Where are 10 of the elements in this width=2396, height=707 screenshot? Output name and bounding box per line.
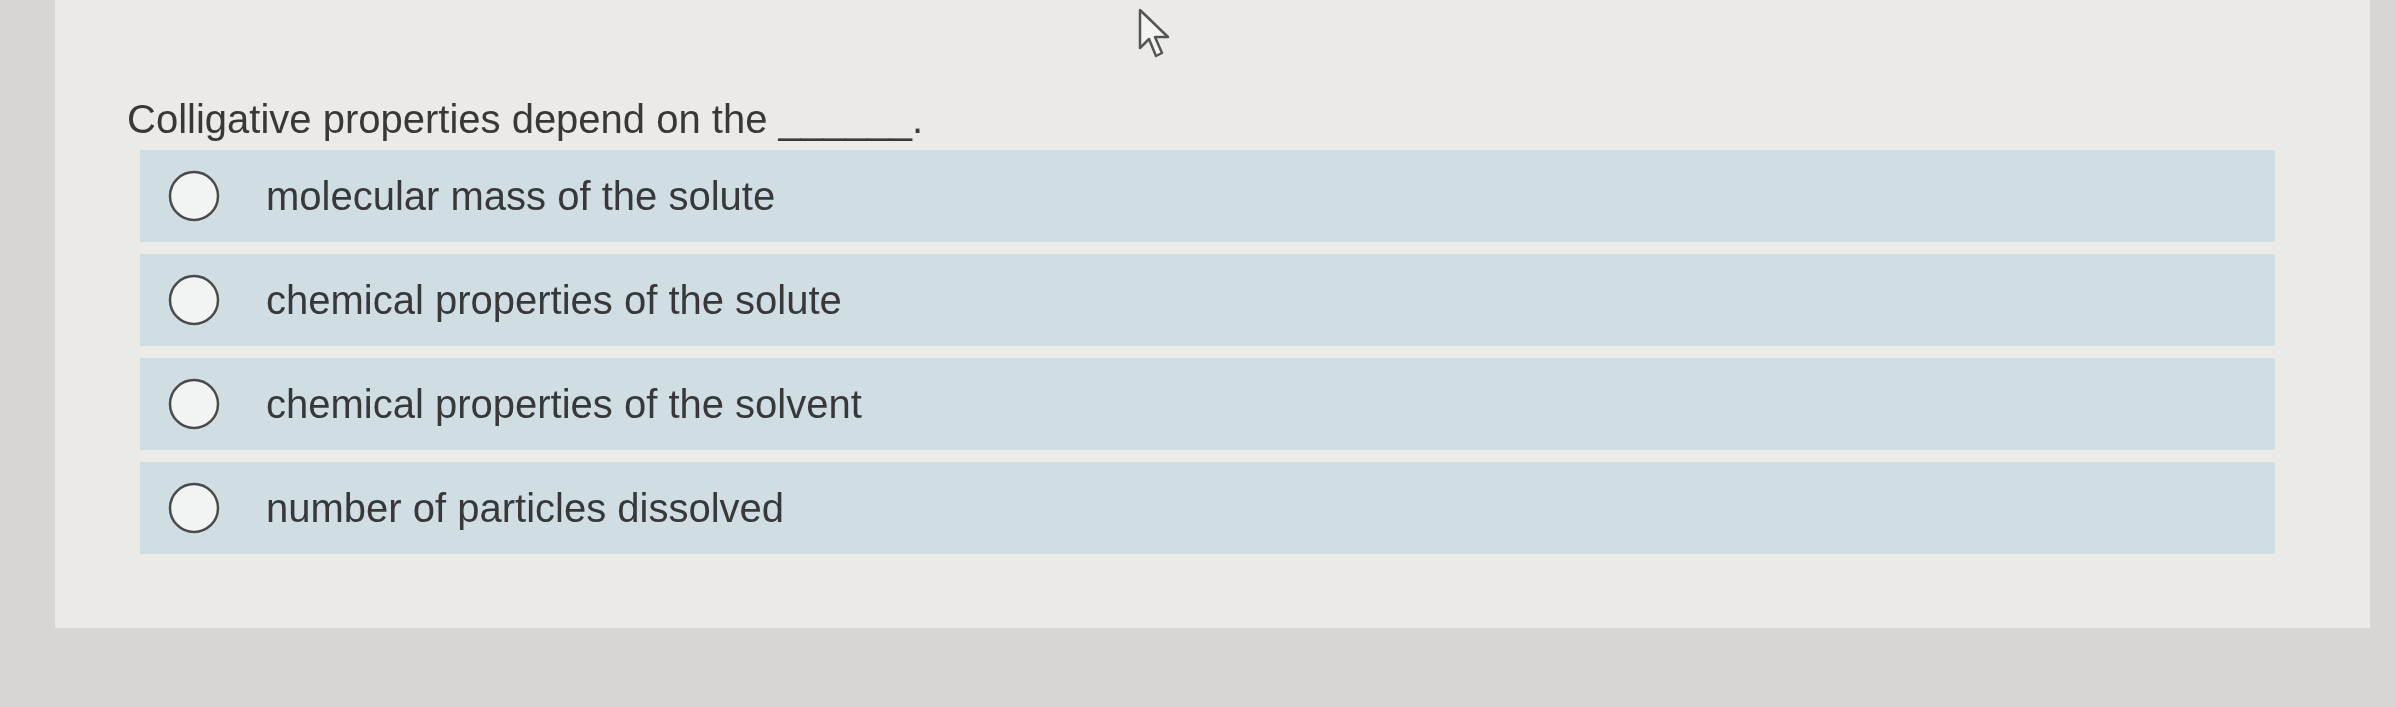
radio-button[interactable] bbox=[168, 274, 220, 326]
answer-option[interactable]: chemical properties of the solute bbox=[140, 254, 2275, 346]
answer-option[interactable]: molecular mass of the solute bbox=[140, 150, 2275, 242]
radio-button[interactable] bbox=[168, 170, 220, 222]
answer-option[interactable]: number of particles dissolved bbox=[140, 462, 2275, 554]
radio-button[interactable] bbox=[168, 378, 220, 430]
question-text: Colligative properties depend on the ______. bbox=[127, 96, 924, 143]
radio-button[interactable] bbox=[168, 482, 220, 534]
cursor-icon bbox=[1138, 8, 1172, 60]
answer-option[interactable]: chemical properties of the solvent bbox=[140, 358, 2275, 450]
